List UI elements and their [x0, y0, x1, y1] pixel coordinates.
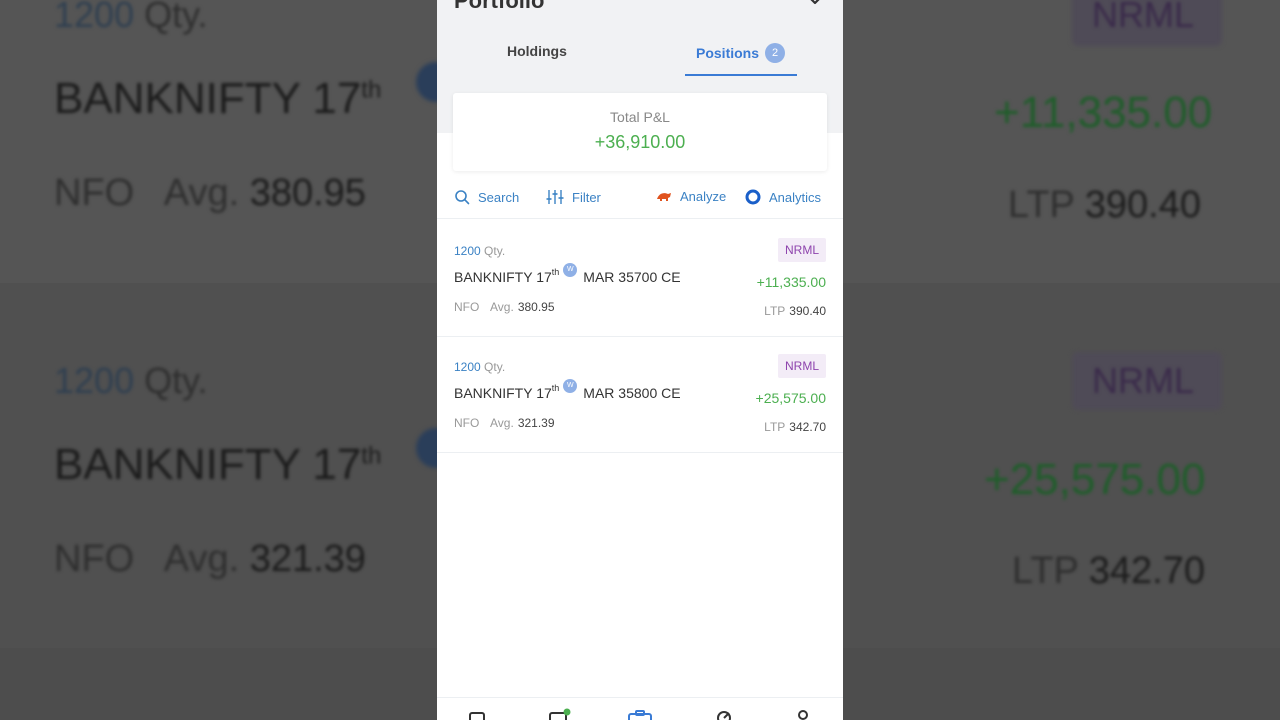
search-icon	[455, 190, 470, 205]
position-meta: NFO Avg. 380.95	[454, 300, 555, 314]
tab-positions[interactable]: Positions 2	[696, 43, 786, 63]
bg-product: NRML	[1092, 0, 1195, 35]
weekly-expiry-badge: W	[563, 263, 578, 277]
bg-pnl: +11,335.00	[994, 88, 1213, 137]
position-ltp: LTP 390.40	[764, 304, 826, 318]
position-meta: NFO Avg. 321.39	[454, 416, 555, 430]
tab-holdings[interactable]: Holdings	[507, 43, 567, 59]
position-qty: 1200 Qty.	[454, 360, 506, 374]
product-badge: NRML	[777, 354, 826, 378]
avg-value: 380.95	[517, 300, 555, 314]
position-symbol: BANKNIFTY 17th W MAR 35700 CE	[454, 263, 681, 285]
analyze-icon	[657, 192, 671, 201]
position-row[interactable]: 1200 Qty. BANKNIFTY 17th W MAR 35800 CE …	[437, 336, 843, 453]
bg-symbol: BANKNIFTY 17th	[54, 74, 382, 123]
avg-label: Avg.	[490, 300, 514, 314]
total-pnl-card: Total P&L +36,910.00	[453, 93, 827, 171]
product-badge: NRML	[777, 238, 826, 262]
watchlist-icon[interactable]	[469, 710, 487, 720]
positions-toolbar: Search Filter Analyze Analytics	[437, 184, 843, 219]
analyze-label: Analyze	[680, 189, 727, 204]
avg-label: Avg.	[490, 416, 514, 430]
bg-pnl: +25,575.00	[984, 455, 1206, 504]
exchange-label: NFO	[454, 416, 480, 430]
filter-button[interactable]: Filter	[546, 189, 601, 205]
active-tab-indicator	[685, 74, 797, 76]
bg-ltp: LTP 390.40	[1008, 184, 1201, 226]
account-icon[interactable]	[796, 710, 810, 720]
tab-holdings-label: Holdings	[507, 43, 567, 59]
avg-value: 321.39	[517, 416, 555, 430]
search-button[interactable]: Search	[454, 189, 519, 205]
total-pnl-label: Total P&L	[610, 109, 670, 125]
bg-meta: NFO Avg. 380.95	[54, 172, 366, 214]
position-pnl: +25,575.00	[755, 390, 826, 406]
bg-qty: 1200 Qty.	[54, 0, 208, 35]
bg-meta: NFO Avg. 321.39	[54, 538, 366, 580]
bg-product: NRML	[1092, 360, 1195, 401]
weekly-expiry-badge: W	[563, 379, 578, 393]
positions-count-badge: 2	[765, 43, 786, 63]
position-pnl: +11,335.00	[756, 274, 826, 290]
bg-symbol: BANKNIFTY 17th	[54, 440, 382, 489]
bids-icon[interactable]	[716, 710, 732, 720]
filter-icon	[546, 190, 564, 204]
analytics-button[interactable]: Analytics	[745, 189, 821, 205]
orders-icon[interactable]	[549, 708, 571, 720]
bg-ltp: LTP 342.70	[1012, 550, 1205, 592]
exchange-label: NFO	[454, 300, 480, 314]
bg-qty: 1200 Qty.	[54, 360, 208, 401]
filter-label: Filter	[572, 189, 601, 205]
chevron-down-icon[interactable]	[805, 0, 825, 8]
phone-screen: Portfolio Holdings Positions 2 Total P&L…	[437, 0, 843, 720]
total-pnl-value: +36,910.00	[594, 132, 686, 152]
position-symbol: BANKNIFTY 17th W MAR 35800 CE	[454, 379, 681, 401]
portfolio-icon[interactable]	[628, 710, 652, 720]
search-label: Search	[478, 189, 520, 205]
analyze-button[interactable]: Analyze	[656, 189, 726, 204]
page-title: Portfolio	[454, 0, 545, 13]
bottom-nav	[437, 697, 843, 720]
analytics-icon	[745, 189, 761, 205]
analytics-label: Analytics	[769, 189, 822, 205]
position-row[interactable]: 1200 Qty. BANKNIFTY 17th W MAR 35700 CE …	[437, 220, 843, 337]
position-ltp: LTP 342.70	[764, 420, 826, 434]
position-qty: 1200 Qty.	[454, 244, 506, 258]
tab-positions-label: Positions	[696, 45, 760, 61]
